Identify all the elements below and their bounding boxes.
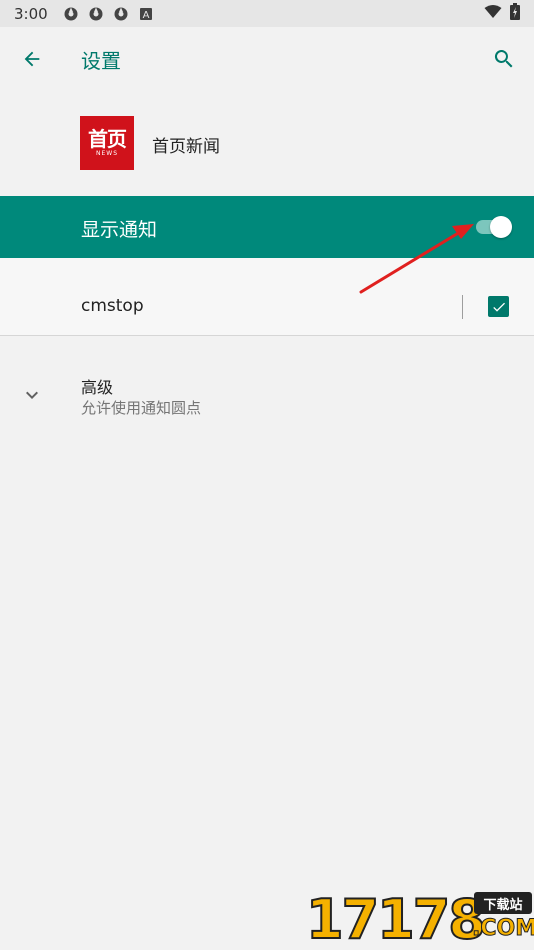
arrow-left-icon <box>24 51 40 67</box>
watermark-digits: 17178 <box>305 888 487 950</box>
page-title: 设置 <box>81 49 121 73</box>
channel-row[interactable]: cmstop <box>0 258 534 336</box>
chevron-down-icon <box>26 391 38 399</box>
advanced-title: 高级 <box>81 378 114 397</box>
show-notifications-label: 显示通知 <box>81 219 158 241</box>
back-button[interactable] <box>14 41 50 77</box>
notification-gear-icon <box>112 5 130 23</box>
search-button[interactable] <box>486 41 522 77</box>
app-logo: 首页 NEWS <box>80 116 134 170</box>
watermark-badge: 下载站 <box>474 892 532 914</box>
svg-text:A: A <box>142 10 149 21</box>
advanced-subtitle: 允许使用通知圆点 <box>81 399 202 417</box>
toggle-thumb <box>490 216 512 238</box>
battery-icon <box>510 3 520 24</box>
status-right-icons <box>484 3 520 24</box>
app-logo-text: 首页 <box>88 127 127 151</box>
advanced-row[interactable]: 高级 允许使用通知圆点 <box>0 352 534 432</box>
app-name: 首页新闻 <box>152 137 220 157</box>
app-info-row: 首页 NEWS 首页新闻 <box>0 110 534 174</box>
watermark-suffix: .COM <box>471 916 534 942</box>
app-bar: 设置 <box>0 27 534 91</box>
status-time: 3:00 <box>14 4 48 23</box>
a-box-icon: A <box>137 5 155 23</box>
show-notifications-row[interactable]: 显示通知 <box>0 196 534 258</box>
show-notifications-toggle[interactable] <box>474 215 514 239</box>
channel-label: cmstop <box>81 296 144 316</box>
channel-checkbox[interactable] <box>488 296 509 317</box>
check-icon <box>492 302 505 312</box>
watermark-logo: 17178 下载站 .COM <box>305 888 534 950</box>
channel-divider <box>462 295 463 319</box>
wifi-icon <box>484 4 502 23</box>
notification-gear-icon <box>62 5 80 23</box>
notification-gear-icon <box>87 5 105 23</box>
app-logo-subtext: NEWS <box>95 150 119 157</box>
status-bar: 3:00 A <box>0 0 534 27</box>
search-icon <box>494 50 513 68</box>
